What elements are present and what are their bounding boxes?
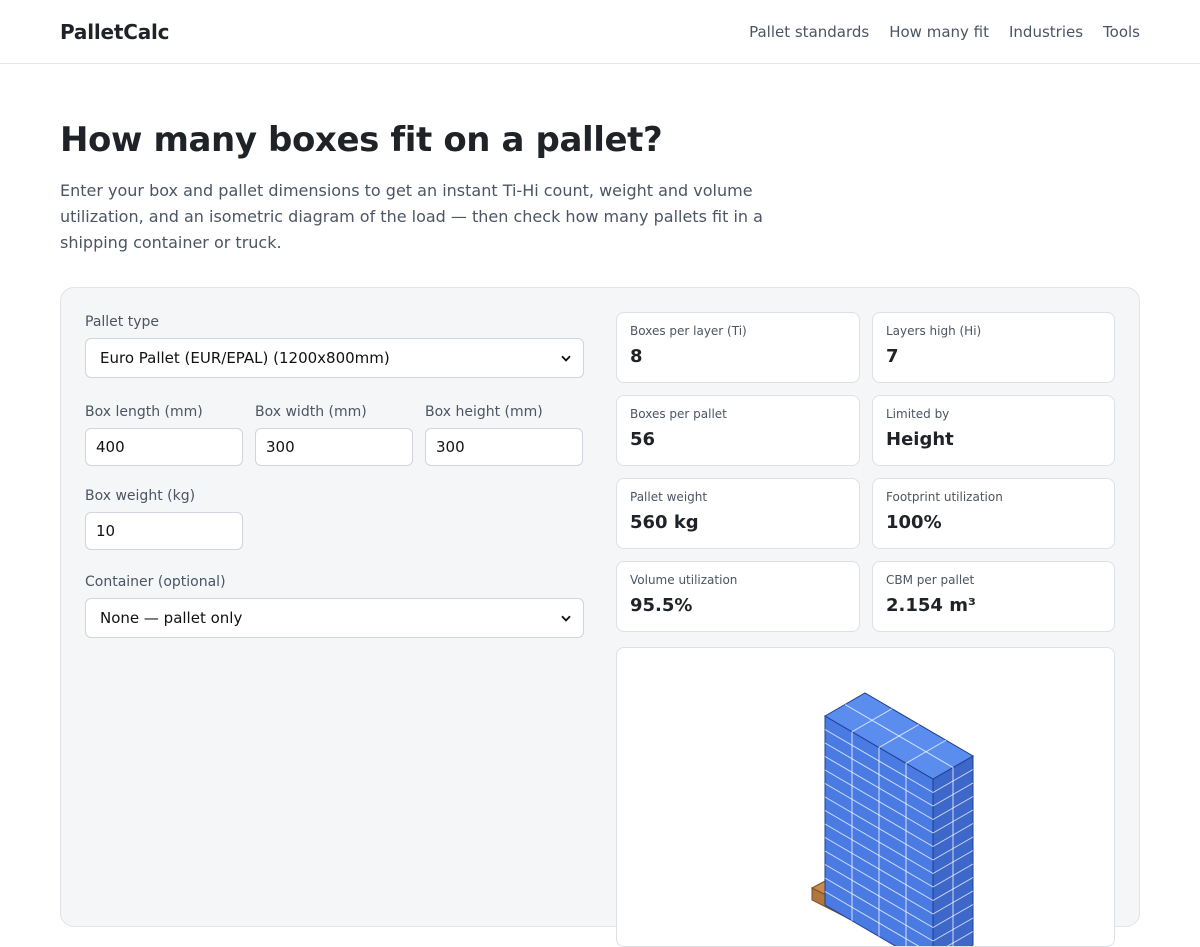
- stat-card-pallet-weight: Pallet weight 560 kg: [616, 478, 860, 549]
- box-weight-input[interactable]: 10: [85, 512, 243, 550]
- stat-card-volume-utilization: Volume utilization 95.5%: [616, 561, 860, 632]
- stat-label: Layers high (Hi): [886, 324, 1101, 338]
- stat-card-layers-high: Layers high (Hi) 7: [872, 312, 1115, 383]
- stat-label: Limited by: [886, 407, 1101, 421]
- box-length-input[interactable]: 400: [85, 428, 243, 466]
- box-dimensions-row: Box length (mm) 400 Box width (mm) 300 B…: [85, 404, 584, 466]
- pallet-load-illustration: [617, 648, 1115, 947]
- stat-value: 95.5%: [630, 595, 846, 616]
- stat-card-cbm-per-pallet: CBM per pallet 2.154 m³: [872, 561, 1115, 632]
- stat-card-limited-by: Limited by Height: [872, 395, 1115, 466]
- stat-label: CBM per pallet: [886, 573, 1101, 587]
- stat-label: Volume utilization: [630, 573, 846, 587]
- box-weight-label: Box weight (kg): [85, 488, 584, 504]
- pallet-type-value: Euro Pallet (EUR/EPAL) (1200x800mm): [100, 349, 390, 367]
- chevron-down-icon: [561, 613, 571, 623]
- pallet-type-select[interactable]: Euro Pallet (EUR/EPAL) (1200x800mm): [85, 338, 584, 378]
- box-length-group: Box length (mm) 400: [85, 404, 243, 466]
- box-weight-group: Box weight (kg) 10: [85, 488, 584, 550]
- stat-value: Height: [886, 429, 1101, 450]
- stat-value: 560 kg: [630, 512, 846, 533]
- container-select[interactable]: None — pallet only: [85, 598, 584, 638]
- site-logo[interactable]: PalletCalc: [60, 20, 169, 44]
- stat-card-boxes-per-pallet: Boxes per pallet 56: [616, 395, 860, 466]
- chevron-down-icon: [561, 353, 571, 363]
- main-nav: Pallet standards How many fit Industries…: [749, 23, 1140, 41]
- stat-card-footprint-utilization: Footprint utilization 100%: [872, 478, 1115, 549]
- stat-value: 2.154 m³: [886, 595, 1101, 616]
- box-width-group: Box width (mm) 300: [255, 404, 413, 466]
- stat-value: 56: [630, 429, 846, 450]
- container-group: Container (optional) None — pallet only: [85, 574, 584, 638]
- calculator-panel: Pallet type Euro Pallet (EUR/EPAL) (1200…: [60, 287, 1140, 927]
- page-title: How many boxes fit on a pallet?: [60, 120, 1140, 160]
- box-length-label: Box length (mm): [85, 404, 243, 420]
- box-height-label: Box height (mm): [425, 404, 583, 420]
- page-description: Enter your box and pallet dimensions to …: [60, 178, 830, 256]
- container-value: None — pallet only: [100, 609, 242, 627]
- pallet-type-label: Pallet type: [85, 314, 584, 330]
- nav-link-industries[interactable]: Industries: [1009, 23, 1083, 41]
- input-form: Pallet type Euro Pallet (EUR/EPAL) (1200…: [85, 314, 584, 638]
- top-nav-bar: PalletCalc Pallet standards How many fit…: [0, 0, 1200, 64]
- stat-value: 7: [886, 346, 1101, 367]
- box-width-input[interactable]: 300: [255, 428, 413, 466]
- stat-value: 100%: [886, 512, 1101, 533]
- stat-card-boxes-per-layer: Boxes per layer (Ti) 8: [616, 312, 860, 383]
- stat-value: 8: [630, 346, 846, 367]
- stat-label: Boxes per pallet: [630, 407, 846, 421]
- stat-label: Boxes per layer (Ti): [630, 324, 846, 338]
- results-grid: Boxes per layer (Ti) 8 Layers high (Hi) …: [616, 312, 1115, 632]
- box-height-group: Box height (mm) 300: [425, 404, 583, 466]
- nav-link-pallet-standards[interactable]: Pallet standards: [749, 23, 869, 41]
- stat-label: Footprint utilization: [886, 490, 1101, 504]
- box-height-input[interactable]: 300: [425, 428, 583, 466]
- nav-link-how-many-fit[interactable]: How many fit: [889, 23, 989, 41]
- hero-section: How many boxes fit on a pallet? Enter yo…: [0, 64, 1200, 256]
- stat-label: Pallet weight: [630, 490, 846, 504]
- nav-link-tools[interactable]: Tools: [1103, 23, 1140, 41]
- box-width-label: Box width (mm): [255, 404, 413, 420]
- container-label: Container (optional): [85, 574, 584, 590]
- isometric-diagram: [616, 647, 1115, 947]
